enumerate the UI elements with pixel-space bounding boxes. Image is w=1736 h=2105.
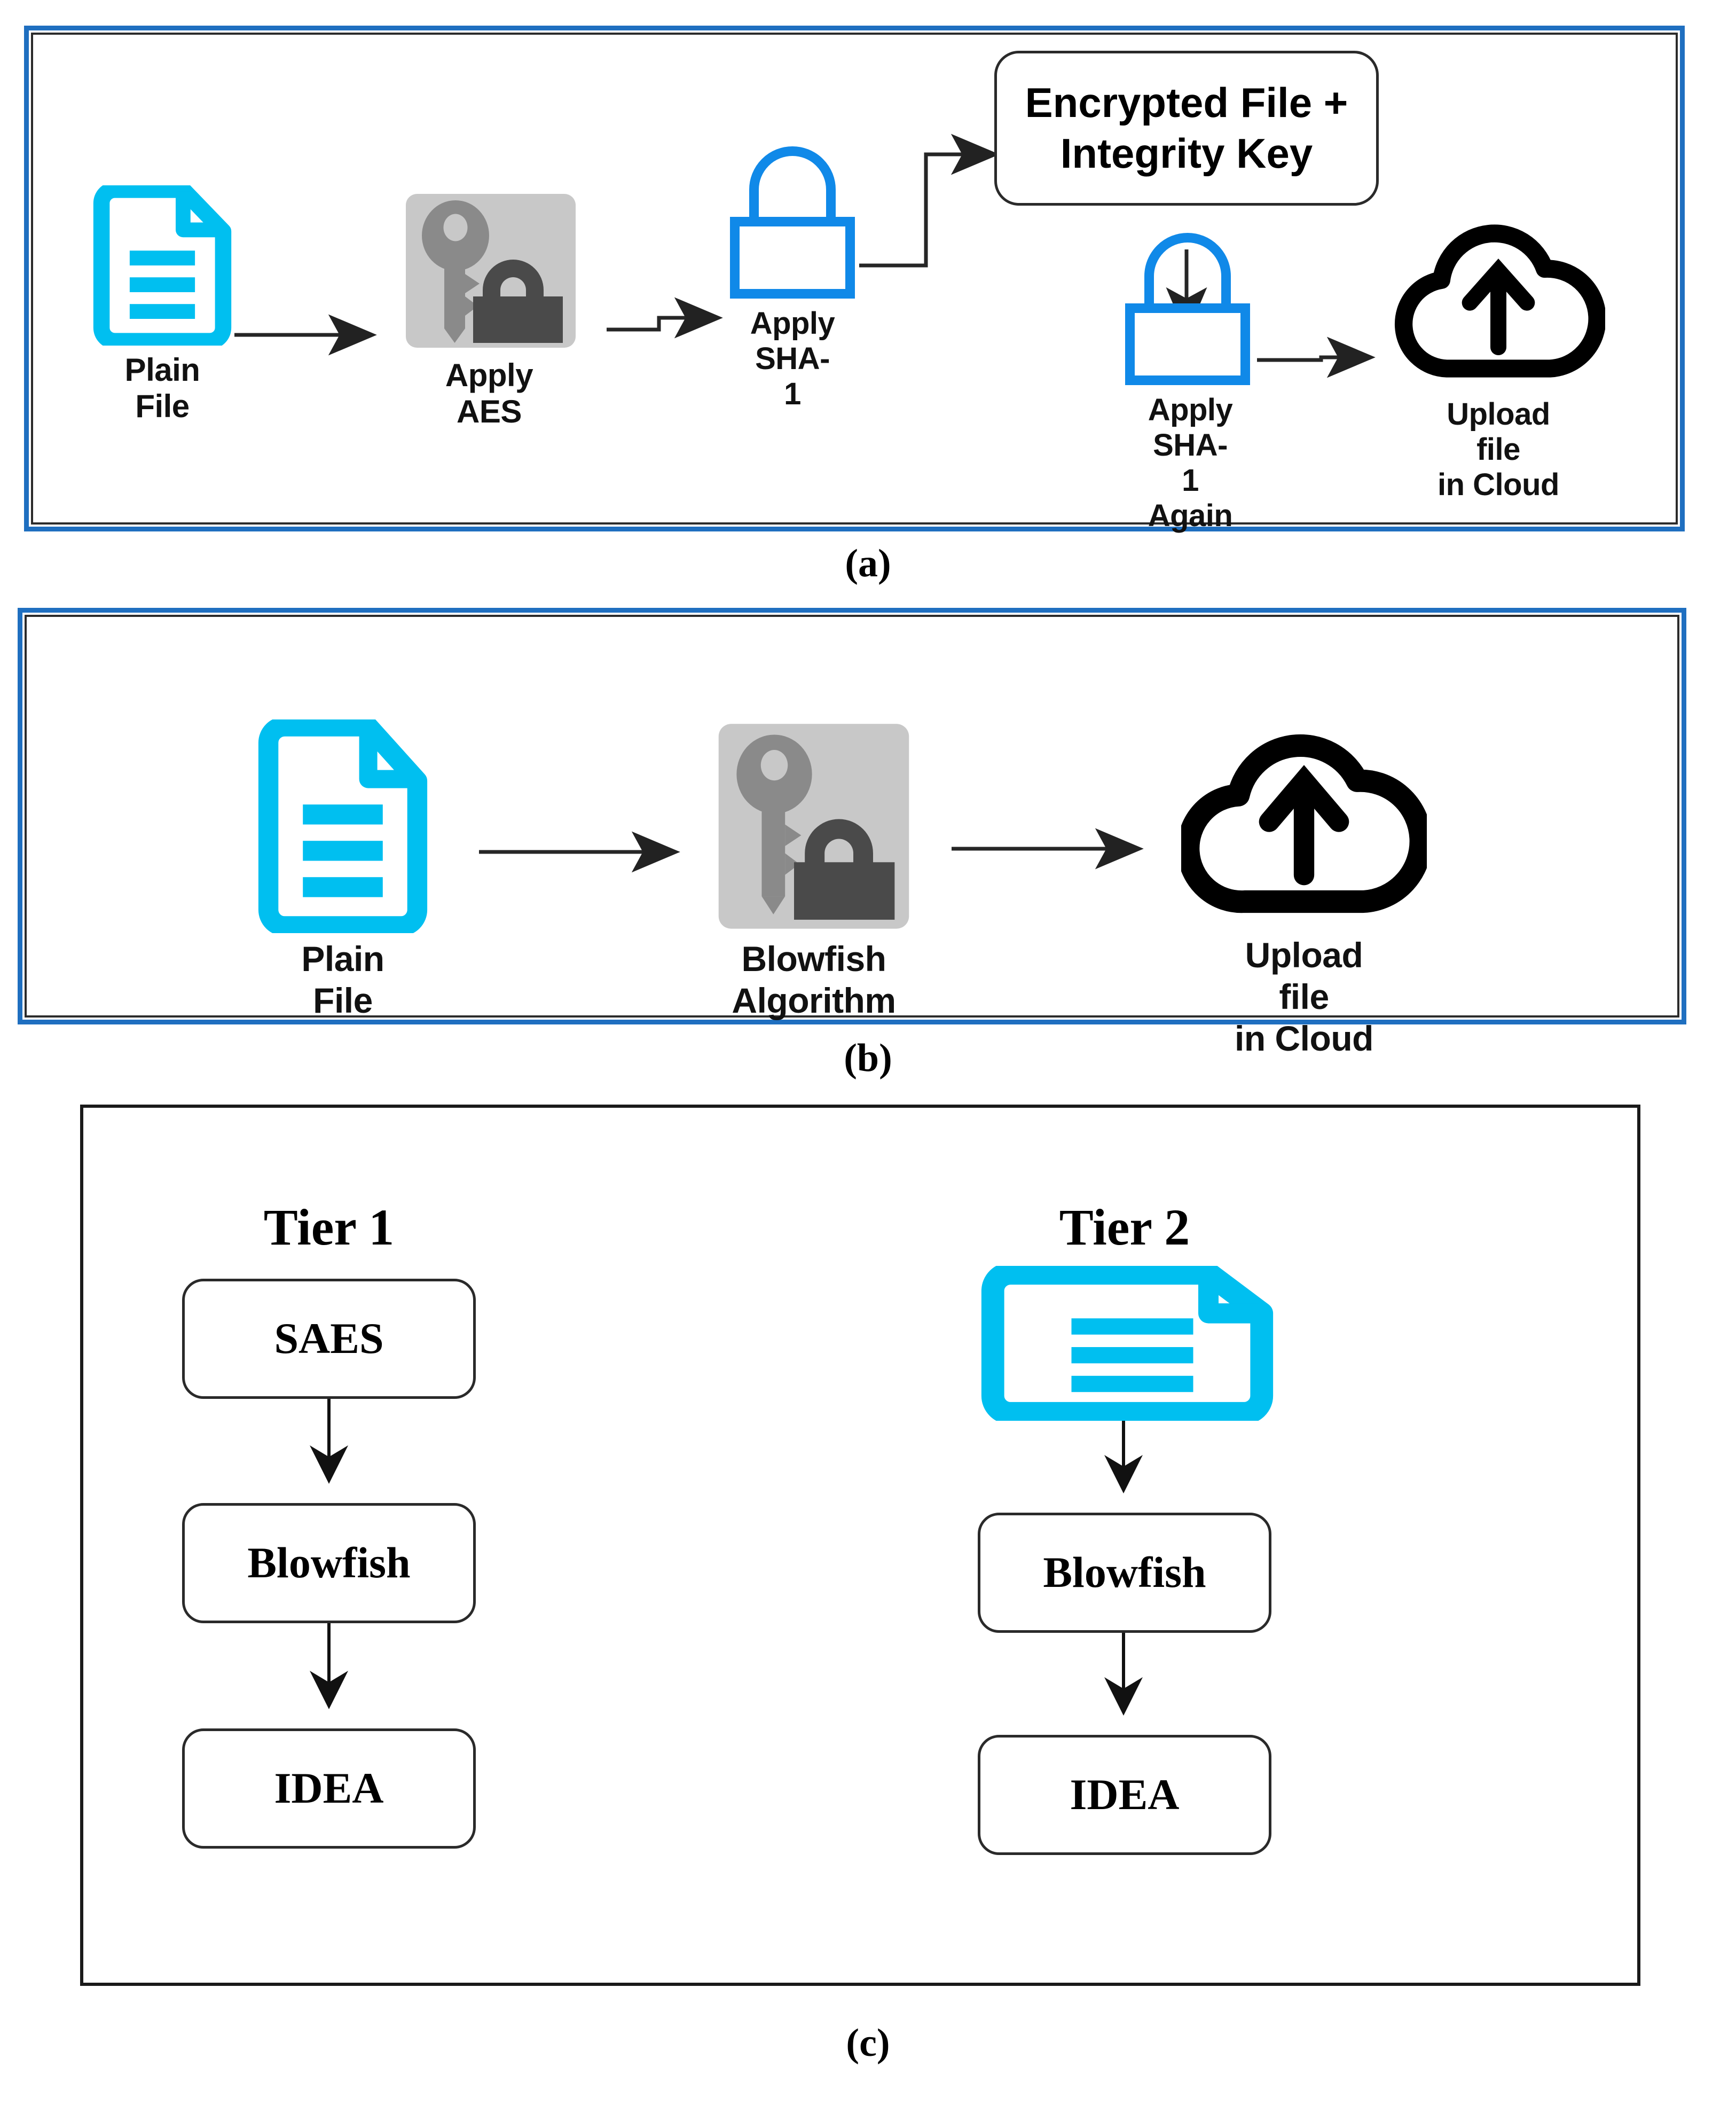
panel-a: Plain File Apply AES Apply SHA-1 Encrypt… (24, 26, 1685, 533)
file-document-icon-tier2 (975, 1266, 1279, 1421)
padlock-outline-icon-2 (1117, 212, 1258, 388)
padlock-outline-icon (722, 126, 863, 302)
tier1-heading: Tier 1 (263, 1199, 395, 1256)
node-blowfish-algorithm: Blowfish Algorithm (675, 719, 953, 1020)
tier2-step-blowfish: Blowfish (978, 1513, 1271, 1633)
tier2-step-idea: IDEA (978, 1735, 1271, 1855)
node-apply-sha1-again-label: Apply SHA-1 Again (1148, 393, 1233, 534)
node-encrypted-file-box: Encrypted File + Integrity Key (994, 51, 1379, 206)
node-plain-file-b-label: Plain File (301, 939, 384, 1020)
tier1-step-blowfish-label: Blowfish (247, 1538, 411, 1587)
node-apply-sha1-label: Apply SHA-1 (750, 306, 835, 412)
file-document-icon (88, 185, 237, 346)
tier1-step-saes-label: SAES (274, 1314, 384, 1363)
tier1-step-blowfish: Blowfish (182, 1503, 476, 1623)
tier2-step-idea-label: IDEA (1070, 1770, 1180, 1819)
panel-b: Plain File Blowfish Algorithm Upload fil… (18, 608, 1686, 1058)
tier2-step-blowfish-label: Blowfish (1043, 1548, 1206, 1597)
tier1-step-idea: IDEA (182, 1728, 476, 1849)
cloud-upload-icon (1392, 206, 1605, 393)
node-apply-aes: Apply AES (372, 191, 607, 429)
caption-c: (c) (846, 2021, 890, 2065)
node-apply-sha1-again: Apply SHA-1 Again (1113, 212, 1268, 533)
tier1-step-saes: SAES (182, 1279, 476, 1399)
node-apply-sha1: Apply SHA-1 (718, 126, 867, 411)
cloud-upload-icon-b (1181, 701, 1427, 930)
node-blowfish-algorithm-label: Blowfish Algorithm (732, 939, 896, 1020)
node-encrypted-file-label: Encrypted File + Integrity Key (1025, 79, 1348, 177)
caption-a: (a) (845, 542, 891, 585)
node-upload-cloud: Upload file in Cloud (1370, 206, 1627, 502)
node-apply-aes-label: Apply AES (445, 357, 533, 430)
tier1-step-idea-label: IDEA (274, 1764, 384, 1813)
tier2-heading: Tier 2 (1059, 1199, 1190, 1256)
panel-c: Tier 1 SAES Blowfish IDEA Tier 2 Blowfis… (80, 1105, 1640, 1986)
tier1-column: Tier 1 SAES Blowfish IDEA (158, 1108, 500, 1989)
node-upload-cloud-label: Upload file in Cloud (1437, 397, 1559, 503)
caption-b: (b) (844, 1036, 892, 1080)
node-upload-cloud-b: Upload file in Cloud (1138, 701, 1470, 1058)
node-plain-file: Plain File (82, 185, 242, 424)
node-plain-file-b: Plain File (215, 719, 471, 1020)
tier2-column: Tier 2 Blowfish IDEA (954, 1108, 1295, 1989)
file-document-icon-b (252, 719, 434, 933)
key-padlock-icon-b (715, 719, 913, 933)
node-plain-file-label: Plain File (124, 352, 200, 425)
key-padlock-icon (403, 191, 579, 351)
